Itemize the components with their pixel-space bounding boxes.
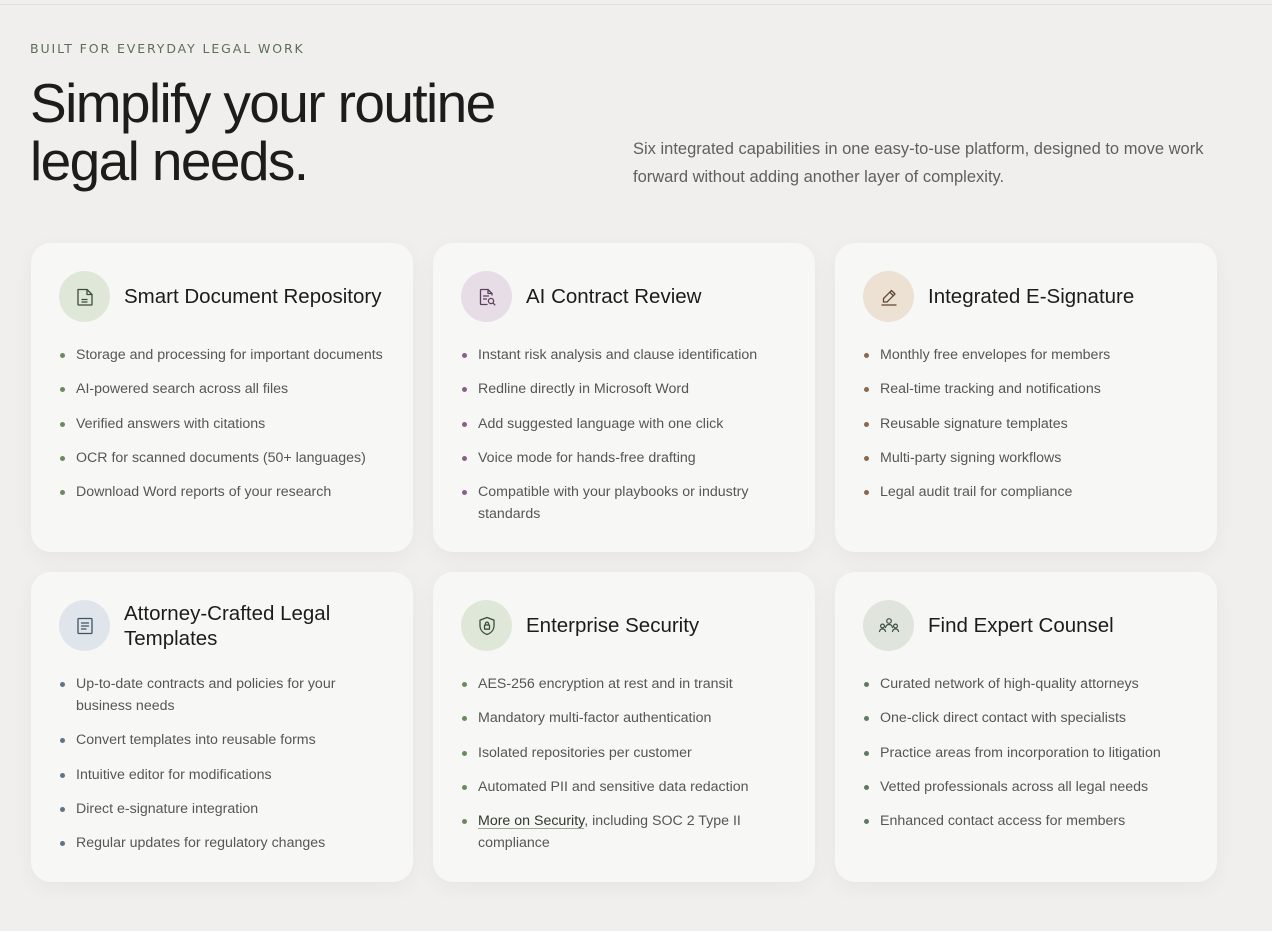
page-headline: Simplify your routine legal needs. <box>30 72 496 192</box>
template-icon <box>59 600 110 651</box>
list-item: Verified answers with citations <box>59 413 389 435</box>
feature-list: Monthly free envelopes for members Real-… <box>863 344 1193 515</box>
list-item: Vetted professionals across all legal ne… <box>863 776 1193 798</box>
list-item: Automated PII and sensitive data redacti… <box>461 776 791 798</box>
feature-card-legal-templates: Attorney-Crafted Legal Templates Up-to-d… <box>31 572 413 882</box>
document-icon <box>59 271 110 322</box>
people-network-icon <box>863 600 914 651</box>
pen-icon <box>863 271 914 322</box>
list-item: Voice mode for hands-free drafting <box>461 447 791 469</box>
feature-list: Instant risk analysis and clause identif… <box>461 344 791 537</box>
list-item: Instant risk analysis and clause identif… <box>461 344 791 366</box>
card-title: Find Expert Counsel <box>928 614 1114 637</box>
feature-card-expert-counsel: Find Expert Counsel Curated network of h… <box>835 572 1217 882</box>
list-item: One-click direct contact with specialist… <box>863 707 1193 729</box>
card-title: AI Contract Review <box>526 285 702 308</box>
section-description: Six integrated capabilities in one easy-… <box>633 140 1204 186</box>
document-search-icon <box>461 271 512 322</box>
feature-card-e-signature: Integrated E-Signature Monthly free enve… <box>835 243 1217 552</box>
list-item: Reusable signature templates <box>863 413 1193 435</box>
list-item: Up-to-date contracts and policies for yo… <box>59 673 389 717</box>
card-title: Attorney-Crafted Legal Templates <box>124 602 331 650</box>
more-on-security-link[interactable]: More on Security <box>478 813 584 829</box>
feature-card-enterprise-security: Enterprise Security AES-256 encryption a… <box>433 572 815 882</box>
list-item: Mandatory multi-factor authentication <box>461 707 791 729</box>
card-title: Enterprise Security <box>526 614 700 637</box>
list-item: Legal audit trail for compliance <box>863 481 1193 503</box>
list-item: Enhanced contact access for members <box>863 810 1193 832</box>
feature-list: Storage and processing for important doc… <box>59 344 389 515</box>
list-item: Regular updates for regulatory changes <box>59 832 389 854</box>
list-item: Real-time tracking and notifications <box>863 378 1193 400</box>
list-item: Monthly free envelopes for members <box>863 344 1193 366</box>
list-item: OCR for scanned documents (50+ languages… <box>59 447 389 469</box>
section-eyebrow: BUILT FOR EVERYDAY LEGAL WORK <box>30 41 305 56</box>
list-item: AI-powered search across all files <box>59 378 389 400</box>
top-divider <box>0 4 1272 5</box>
list-item: Intuitive editor for modifications <box>59 764 389 786</box>
list-item: AES-256 encryption at rest and in transi… <box>461 673 791 695</box>
shield-lock-icon <box>461 600 512 651</box>
list-item: Practice areas from incorporation to lit… <box>863 742 1193 764</box>
card-title: Smart Document Repository <box>124 285 382 308</box>
list-item: Add suggested language with one click <box>461 413 791 435</box>
list-item: Download Word reports of your research <box>59 481 389 503</box>
card-title: Integrated E-Signature <box>928 285 1135 308</box>
list-item: Convert templates into reusable forms <box>59 729 389 751</box>
feature-list: Curated network of high-quality attorney… <box>863 673 1193 844</box>
feature-card-contract-review: AI Contract Review Instant risk analysis… <box>433 243 815 552</box>
feature-list: AES-256 encryption at rest and in transi… <box>461 673 791 866</box>
list-item: Storage and processing for important doc… <box>59 344 389 366</box>
feature-card-document-repository: Smart Document Repository Storage and pr… <box>31 243 413 552</box>
list-item: Multi-party signing workflows <box>863 447 1193 469</box>
feature-list: Up-to-date contracts and policies for yo… <box>59 673 389 866</box>
list-item: Isolated repositories per customer <box>461 742 791 764</box>
list-item: Direct e-signature integration <box>59 798 389 820</box>
list-item: Redline directly in Microsoft Word <box>461 378 791 400</box>
list-item: Compatible with your playbooks or indust… <box>461 481 791 525</box>
list-item: Curated network of high-quality attorney… <box>863 673 1193 695</box>
list-item: More on Security, including SOC 2 Type I… <box>461 810 791 854</box>
